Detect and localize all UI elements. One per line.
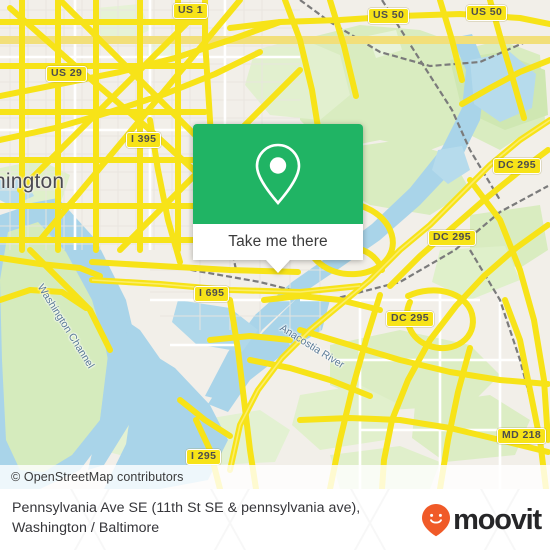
road-shield: I 695 <box>194 286 230 302</box>
city-label-washington: hington <box>0 170 65 193</box>
take-me-there-label: Take me there <box>228 233 328 250</box>
popup-action-bar[interactable]: Take me there <box>193 224 363 260</box>
moovit-wordmark: moovit <box>453 503 542 536</box>
map-canvas[interactable]: US 1 US 50 US 50 US 29 I 395 DC 295 DC 295 I 69… <box>0 0 550 489</box>
osm-attribution-bar: © OpenStreetMap contributors <box>0 465 550 489</box>
moovit-logo: moovit <box>421 503 542 537</box>
road-shield: US 1 <box>173 3 208 19</box>
footer-bar: Pennsylvania Ave SE (11th St SE & pennsy… <box>0 489 550 550</box>
location-pin-icon <box>255 143 301 205</box>
road-shield: US 29 <box>46 66 88 82</box>
road-shield: I 295 <box>186 449 222 465</box>
osm-attribution-text: © OpenStreetMap contributors <box>11 470 184 484</box>
location-region-line: Washington / Baltimore <box>12 520 160 536</box>
road-shield: I 395 <box>126 132 162 148</box>
location-description: Pennsylvania Ave SE (11th St SE & pennsy… <box>12 498 412 538</box>
road-shield: MD 218 <box>497 428 547 444</box>
location-popup-card[interactable]: Take me there <box>193 124 363 273</box>
popup-pointer-tail <box>266 260 290 273</box>
moovit-smiley-pin-icon <box>422 504 451 537</box>
road-shield: DC 295 <box>386 311 435 327</box>
road-shield: US 50 <box>466 5 508 21</box>
map-screenshot: US 1 US 50 US 50 US 29 I 395 DC 295 DC 295 I 69… <box>0 0 550 550</box>
road-shield: DC 295 <box>493 158 542 174</box>
road-shield: DC 295 <box>428 230 477 246</box>
location-address-line: Pennsylvania Ave SE (11th St SE & pennsy… <box>12 500 361 516</box>
popup-header <box>193 124 363 224</box>
road-shield: US 50 <box>368 8 410 24</box>
